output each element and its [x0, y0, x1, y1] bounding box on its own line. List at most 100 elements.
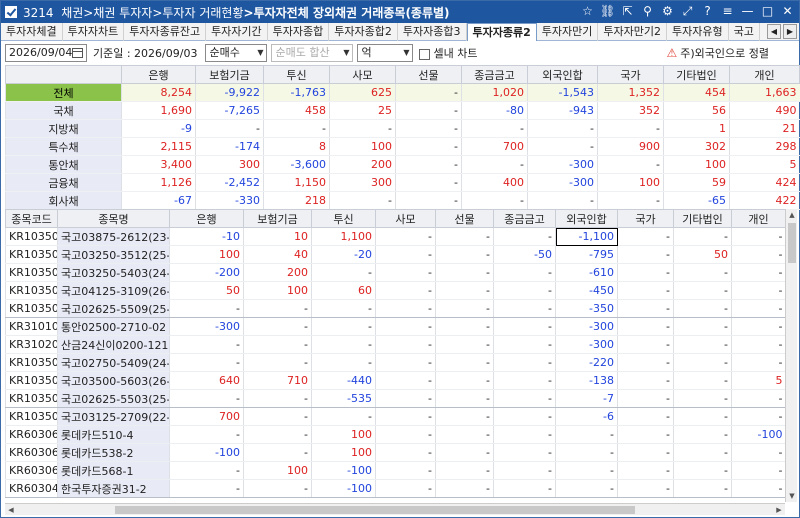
detail-code[interactable]: KR1035026: [5, 299, 58, 318]
detail-cell[interactable]: -: [243, 443, 312, 462]
summary-cell[interactable]: -80: [461, 101, 528, 120]
horizontal-scroll-thumb[interactable]: [115, 506, 635, 514]
detail-cell[interactable]: -: [673, 281, 732, 300]
detail-row[interactable]: KR1035016국고03500-5603(26-2)640710-440---…: [5, 371, 786, 390]
summary-cell[interactable]: 700: [461, 137, 528, 156]
summary-cell[interactable]: 59: [663, 173, 730, 192]
detail-cell[interactable]: -1,100: [555, 227, 618, 246]
detail-col-header[interactable]: 은행: [169, 209, 244, 228]
detail-row[interactable]: KR1035026국고02625-5503(25-2)---535----7--…: [5, 389, 786, 408]
detail-cell[interactable]: -: [617, 317, 674, 336]
detail-name[interactable]: 국고03125-2709(22-8): [57, 407, 170, 426]
detail-row[interactable]: KR1035026국고02625-5509(25-7)-------350---: [5, 299, 786, 318]
window-checkbox-icon[interactable]: [5, 6, 17, 18]
detail-cell[interactable]: -: [243, 317, 312, 336]
detail-cell[interactable]: -: [311, 335, 376, 354]
detail-cell[interactable]: -: [435, 245, 494, 264]
detail-cell[interactable]: -: [617, 263, 674, 282]
vertical-scrollbar[interactable]: ▲ ▼: [785, 209, 797, 502]
detail-cell[interactable]: -: [555, 461, 618, 480]
detail-cell[interactable]: -: [617, 425, 674, 444]
detail-cell[interactable]: -: [435, 227, 494, 246]
menu-icon[interactable]: ≡: [720, 4, 735, 19]
detail-code[interactable]: KR1035026: [5, 389, 58, 408]
tab-4[interactable]: 투자자종합: [268, 23, 330, 41]
detail-cell[interactable]: -: [311, 317, 376, 336]
detail-cell[interactable]: -: [617, 407, 674, 426]
detail-cell[interactable]: -: [243, 407, 312, 426]
detail-cell[interactable]: -: [435, 299, 494, 318]
detail-name[interactable]: 국고03500-5603(26-2): [57, 371, 170, 390]
detail-row[interactable]: KR603062N롯데카드510-4--100-------100: [5, 425, 786, 444]
cell-chart-toggle[interactable]: 셀내 차트: [419, 45, 477, 61]
summary-col-header[interactable]: 투신: [263, 65, 330, 84]
detail-cell[interactable]: -: [435, 479, 494, 498]
summary-cell[interactable]: -9,922: [195, 83, 264, 102]
summary-row[interactable]: 특수채 2,115 -174 8 100-700-900 302 298: [5, 137, 800, 156]
detail-cell[interactable]: -200: [169, 263, 244, 282]
summary-cell[interactable]: 300: [329, 173, 396, 192]
detail-cell[interactable]: 50: [673, 245, 732, 264]
detail-col-header[interactable]: 투신: [311, 209, 376, 228]
detail-cell[interactable]: -: [555, 425, 618, 444]
summary-cell[interactable]: -3,600: [263, 155, 330, 174]
summary-cell[interactable]: 200: [329, 155, 396, 174]
detail-cell[interactable]: -: [169, 479, 244, 498]
summary-cell[interactable]: -: [597, 155, 664, 174]
detail-cell[interactable]: 100: [243, 461, 312, 480]
summary-cell[interactable]: -: [395, 173, 462, 192]
summary-cell[interactable]: 352: [597, 101, 664, 120]
detail-cell[interactable]: -: [731, 353, 786, 372]
tab-2[interactable]: 투자자종류잔고: [124, 23, 207, 41]
summary-cell[interactable]: -: [395, 83, 462, 102]
detail-cell[interactable]: -: [731, 227, 786, 246]
detail-cell[interactable]: -: [375, 227, 436, 246]
date-input[interactable]: 2026/09/04: [5, 44, 87, 62]
detail-col-header[interactable]: 선물: [435, 209, 494, 228]
tab-8[interactable]: 투자자만기: [537, 23, 599, 41]
summary-cell[interactable]: 8,254: [121, 83, 196, 102]
scroll-right-icon[interactable]: ▶: [773, 504, 785, 516]
detail-cell[interactable]: -: [375, 335, 436, 354]
detail-cell[interactable]: -: [493, 353, 556, 372]
summary-cell[interactable]: 1,150: [263, 173, 330, 192]
tab-6[interactable]: 투자자종합3: [398, 23, 467, 41]
detail-row[interactable]: KR3101016통안02500-2710-02-300------300---: [5, 317, 786, 336]
detail-cell[interactable]: -: [493, 299, 556, 318]
detail-cell[interactable]: -220: [555, 353, 618, 372]
detail-code[interactable]: KR1035016: [5, 227, 58, 246]
detail-row[interactable]: KR1035026국고02750-5409(24-8)-------220---: [5, 353, 786, 372]
detail-cell[interactable]: 700: [169, 407, 244, 426]
detail-cell[interactable]: -795: [555, 245, 618, 264]
detail-cell[interactable]: -: [311, 263, 376, 282]
detail-cell[interactable]: -20: [311, 245, 376, 264]
detail-cell[interactable]: -: [617, 443, 674, 462]
summary-col-header[interactable]: 사모: [329, 65, 396, 84]
summary-row[interactable]: 금융채 1,126 -2,452 1,150 300-400 -300 100 59 424: [5, 173, 800, 192]
summary-cell[interactable]: -: [395, 155, 462, 174]
detail-cell[interactable]: -: [169, 389, 244, 408]
summary-row[interactable]: 회사채 -67 -330 218- - - - - -65 422: [5, 191, 800, 210]
calendar-icon[interactable]: [72, 48, 83, 58]
summary-cell[interactable]: -: [329, 191, 396, 210]
detail-cell[interactable]: -: [731, 299, 786, 318]
vertical-scroll-thumb[interactable]: [788, 223, 796, 263]
detail-row[interactable]: KR6030492한국투자증권31-2---100-------: [5, 479, 786, 498]
summary-cell[interactable]: -: [527, 137, 598, 156]
detail-col-header[interactable]: 보험기금: [243, 209, 312, 228]
summary-col-header[interactable]: 종금금고: [461, 65, 528, 84]
detail-col-header[interactable]: 외국인합: [555, 209, 618, 228]
detail-cell[interactable]: -: [435, 263, 494, 282]
detail-cell[interactable]: -: [493, 281, 556, 300]
summary-cell[interactable]: 298: [729, 137, 800, 156]
detail-cell[interactable]: -100: [311, 479, 376, 498]
summary-cell[interactable]: 1,020: [461, 83, 528, 102]
detail-cell[interactable]: -: [375, 299, 436, 318]
detail-cell[interactable]: -: [435, 443, 494, 462]
detail-col-header[interactable]: 종금금고: [493, 209, 556, 228]
detail-cell[interactable]: -: [731, 281, 786, 300]
summary-cell[interactable]: -7,265: [195, 101, 264, 120]
help-icon[interactable]: ?: [700, 4, 715, 19]
summary-cell[interactable]: 3,400: [121, 155, 196, 174]
summary-cell[interactable]: -9: [121, 119, 196, 138]
